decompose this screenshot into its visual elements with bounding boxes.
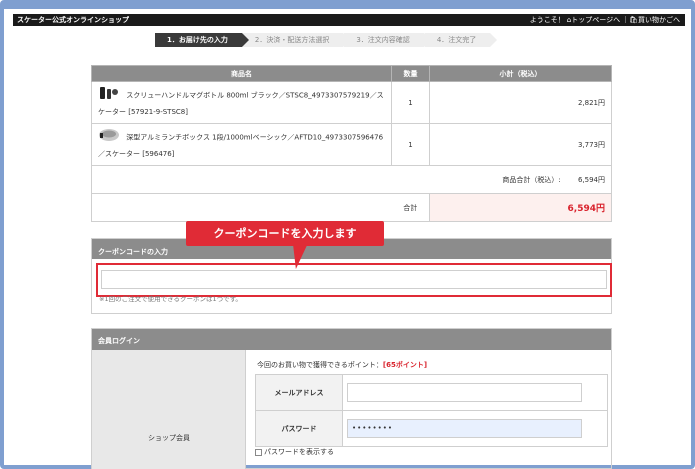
password-cell: ••••••••	[342, 410, 608, 447]
show-password-checkbox[interactable]	[255, 448, 262, 456]
grand-total-row: 合計 6,594円	[91, 193, 612, 222]
grand-spacer	[91, 193, 392, 222]
goods-total-row: 商品合計（税込）: 6,594円	[91, 165, 612, 194]
password-field[interactable]: ••••••••	[347, 419, 582, 438]
step-payment: 2．決済・配送方法選択	[242, 33, 351, 47]
col-qty: 数量	[391, 65, 430, 82]
points-info: 今回のお買い物で獲得できるポイント：[65ポイント]	[257, 360, 427, 370]
checkout-steps: 1．お届け先の入力 2．決済・配送方法選択 3．注文内容確認 4．注文完了	[155, 33, 498, 47]
subtotal-cell: 3,773円	[429, 123, 612, 166]
table-row: スクリューハンドルマグボトル 800ml ブラック／STSC8_49733075…	[91, 81, 612, 124]
subtotal-cell: 2,821円	[429, 81, 612, 124]
cart-header-row: 商品名 数量 小計（税込）	[91, 65, 612, 82]
coupon-highlight	[96, 263, 612, 297]
member-login-section: 会員ログイン ショップ会員 今回のお買い物で獲得できるポイント：[65ポイント]…	[91, 328, 612, 469]
lunchbox-thumbnail	[98, 128, 120, 147]
coupon-section: クーポンコードの入力 ※1回のご注文で使用できるクーポンは1つです。	[91, 238, 612, 314]
grand-total-value: 6,594円	[567, 204, 605, 214]
goods-total-value: 6,594円	[577, 175, 605, 184]
show-password-label: パスワードを表示する	[264, 448, 334, 456]
welcome-text: ようこそ！	[529, 16, 565, 24]
col-product: 商品名	[91, 65, 392, 82]
login-side-panel: ショップ会員	[92, 350, 246, 469]
product-cell: スクリューハンドルマグボトル 800ml ブラック／STSC8_49733075…	[91, 81, 392, 124]
shop-brand[interactable]: スケーター公式オンラインショップ	[17, 14, 129, 26]
cart-link[interactable]: ｜🛍買い物かごへ	[622, 14, 680, 26]
product-name[interactable]: スクリューハンドルマグボトル 800ml ブラック／STSC8_49733075…	[98, 92, 384, 117]
grand-total-cell: 6,594円	[429, 193, 612, 222]
goods-total-label: 商品合計（税込）:	[502, 175, 561, 184]
password-label: パスワード	[255, 410, 343, 447]
header-links: ようこそ！ ⌂トップページへ ｜🛍買い物かごへ	[530, 14, 680, 26]
email-row: メールアドレス	[255, 374, 608, 411]
step-shipping: 1．お届け先の入力	[155, 33, 249, 47]
email-label: メールアドレス	[255, 374, 343, 411]
top-page-link[interactable]: ⌂トップページへ	[567, 14, 620, 26]
coupon-note: ※1回のご注文で使用できるクーポンは1つです。	[99, 295, 242, 303]
coupon-code-input[interactable]	[101, 270, 607, 289]
login-fields: メールアドレス パスワード ••••••••	[255, 374, 608, 447]
email-field[interactable]	[347, 383, 582, 402]
table-row: 深型アルミランチボックス 1段/1000mlベーシック／AFTD10_49733…	[91, 123, 612, 166]
step-complete: 4．注文完了	[424, 33, 498, 47]
points-text: 今回のお買い物で獲得できるポイント：	[257, 361, 383, 369]
goods-total-cell: 商品合計（税込）: 6,594円	[91, 165, 612, 194]
step-confirm: 3．注文内容確認	[344, 33, 432, 47]
login-heading: 会員ログイン	[92, 329, 611, 350]
points-value: [65ポイント]	[382, 361, 428, 369]
site-header: スケーター公式オンラインショップ ようこそ！ ⌂トップページへ ｜🛍買い物かごへ	[13, 14, 685, 26]
password-row: パスワード ••••••••	[255, 410, 608, 447]
product-name[interactable]: 深型アルミランチボックス 1段/1000mlベーシック／AFTD10_49733…	[98, 134, 383, 159]
col-subtotal: 小計（税込）	[429, 65, 612, 82]
shop-member-label: ショップ会員	[148, 434, 190, 442]
cart-table: 商品名 数量 小計（税込） スクリューハンドルマグボトル 800ml ブラック／…	[91, 65, 612, 222]
show-password-option[interactable]: パスワードを表示する	[255, 447, 334, 457]
product-cell: 深型アルミランチボックス 1段/1000mlベーシック／AFTD10_49733…	[91, 123, 392, 166]
annotation-callout: クーポンコードを入力します	[186, 221, 384, 246]
email-cell	[342, 374, 608, 411]
grand-total-label: 合計	[391, 193, 430, 222]
qty-cell: 1	[391, 81, 430, 124]
qty-cell: 1	[391, 123, 430, 166]
bottle-thumbnail	[98, 86, 120, 105]
